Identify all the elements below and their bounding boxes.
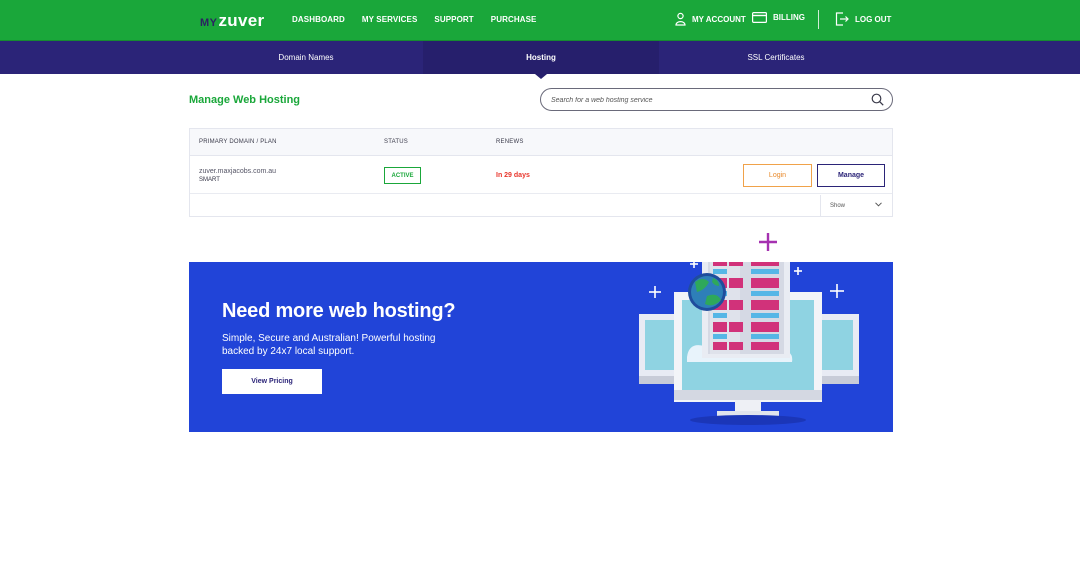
- active-tab-caret: [535, 74, 547, 79]
- header-status: STATUS: [384, 139, 408, 145]
- logo-brand: zuver: [218, 11, 265, 30]
- tab-ssl-certificates[interactable]: SSL Certificates: [658, 41, 894, 74]
- tab-hosting[interactable]: Hosting: [423, 41, 659, 74]
- header-primary-domain: PRIMARY DOMAIN / PLAN: [199, 139, 277, 145]
- side-monitor-right-icon: [807, 314, 859, 384]
- top-bar: MY zuver DASHBOARD MY SERVICES SUPPORT P…: [0, 0, 1080, 41]
- search-icon[interactable]: [871, 93, 884, 106]
- row-renews: In 29 days: [496, 172, 530, 179]
- show-dropdown[interactable]: Show: [820, 195, 892, 216]
- table-row: zuver.maxjacobs.com.au SMART ACTIVE In 2…: [190, 156, 892, 194]
- user-icon: [675, 12, 686, 26]
- monitor-icon: [674, 292, 822, 425]
- status-badge: ACTIVE: [384, 167, 421, 184]
- search-bar: [540, 88, 893, 111]
- promo-banner: Need more web hosting? Simple, Secure an…: [189, 262, 893, 432]
- my-account-label: MY ACCOUNT: [692, 14, 746, 24]
- tab-domain-names[interactable]: Domain Names: [188, 41, 424, 74]
- promo-title: Need more web hosting?: [222, 300, 456, 322]
- view-pricing-button[interactable]: View Pricing: [222, 369, 322, 394]
- my-account-link[interactable]: MY ACCOUNT: [675, 12, 746, 26]
- nav-purchase[interactable]: PURCHASE: [491, 14, 537, 26]
- main-nav: DASHBOARD MY SERVICES SUPPORT PURCHASE: [292, 14, 553, 26]
- services-subnav: Domain Names Hosting SSL Certificates: [0, 41, 1080, 74]
- log-out-label: LOG OUT: [855, 14, 892, 24]
- log-out-icon: [835, 12, 849, 26]
- search-input[interactable]: [551, 93, 851, 107]
- logo-prefix: MY: [200, 17, 218, 29]
- login-button[interactable]: Login: [743, 164, 812, 187]
- hosting-table: PRIMARY DOMAIN / PLAN STATUS RENEWS zuve…: [189, 128, 893, 217]
- server-rack-icon: [702, 262, 790, 358]
- nav-support[interactable]: SUPPORT: [434, 14, 473, 26]
- page-title: Manage Web Hosting: [189, 94, 301, 106]
- log-out-link[interactable]: LOG OUT: [835, 12, 891, 26]
- zuver-logo[interactable]: MY zuver: [200, 11, 265, 30]
- billing-label: BILLING: [773, 13, 805, 22]
- credit-card-icon: [752, 12, 767, 23]
- plus-purple-top-icon: [759, 233, 777, 251]
- header-renews: RENEWS: [496, 139, 524, 145]
- chevron-down-icon: [875, 202, 882, 207]
- plus-decoration-icon: [649, 262, 844, 298]
- table-header: PRIMARY DOMAIN / PLAN STATUS RENEWS: [190, 129, 892, 156]
- nav-divider: [818, 10, 819, 29]
- globe-icon: [688, 273, 726, 311]
- show-label: Show: [830, 202, 846, 209]
- side-monitor-left-icon: [639, 314, 691, 384]
- promo-subtitle: Simple, Secure and Australian! Powerful …: [222, 333, 436, 357]
- nav-my-services[interactable]: MY SERVICES: [362, 14, 418, 26]
- billing-link[interactable]: BILLING: [752, 12, 805, 23]
- manage-button[interactable]: Manage: [817, 164, 885, 187]
- row-domain: zuver.maxjacobs.com.au: [199, 168, 277, 175]
- row-plan: SMART: [199, 177, 220, 183]
- nav-dashboard[interactable]: DASHBOARD: [292, 14, 345, 26]
